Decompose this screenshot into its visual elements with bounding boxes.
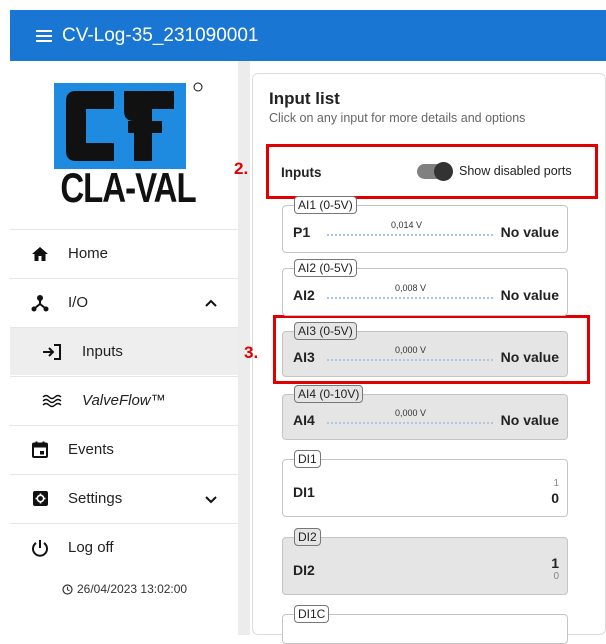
port-tag: AI4 (0-10V) [294,385,364,403]
callout-2: 2. [234,159,249,178]
input-state-secondary: 0 [553,571,559,582]
input-value: No value [500,287,559,303]
app-title: CV-Log-35_231090001 [62,24,259,46]
nav-settings[interactable]: Settings [10,474,238,522]
home-icon [30,244,50,264]
input-value: No value [500,224,559,240]
wave-icon [42,391,62,411]
timestamp: 26/04/2023 13:02:00 [62,582,187,596]
input-state: 1 [551,555,559,571]
input-name: AI2 [293,287,315,303]
nav-events-label: Events [68,441,114,458]
reading-line [327,297,493,299]
input-name: DI2 [293,562,315,578]
nav-valveflow-label: ValveFlow™ [82,392,166,409]
reading-line [327,234,493,236]
nav-logoff[interactable]: Log off [10,523,238,571]
input-reading: 0,000 V [395,345,427,355]
input-state-secondary: 1 [553,478,559,489]
nav-io[interactable]: I/O [10,278,238,326]
app-bar: CV-Log-35_231090001 [10,10,606,61]
input-value: No value [500,412,559,428]
login-arrow-icon [42,342,62,362]
input-card-ai2[interactable]: AI2 (0-5V) AI2 0,008 V No value [282,259,568,316]
reading-line [327,422,493,424]
nav-inputs[interactable]: Inputs [10,327,238,375]
panel-subtitle: Click on any input for more details and … [269,111,526,125]
port-tag: DI2 [294,528,321,546]
input-reading: 0,000 V [395,408,427,418]
port-tag: DI1 [294,450,321,468]
input-reading: 0,014 V [391,220,423,230]
input-state: 0 [551,490,559,506]
nav-events[interactable]: Events [10,425,238,473]
input-name: P1 [293,224,311,240]
nav-home[interactable]: Home [10,229,238,277]
io-hub-icon [30,293,50,313]
nav-home-label: Home [68,245,109,262]
input-card-di1c[interactable]: DI1C [282,605,568,644]
nav-settings-label: Settings [68,490,123,507]
chevron-up-icon[interactable] [204,296,218,310]
sidebar: CLA-VAL Home I/O Inputs ValveFlow™ Event… [10,61,238,635]
input-name: DI1 [293,484,315,500]
port-tag: AI2 (0-5V) [294,259,357,277]
input-card-ai4[interactable]: AI4 (0-10V) AI4 0,000 V No value [282,385,568,440]
input-card-ai3[interactable]: AI3 (0-5V) AI3 0,000 V No value [282,322,568,377]
port-tag: AI1 (0-5V) [294,196,357,214]
clock-icon [62,583,73,595]
input-reading: 0,008 V [395,283,427,293]
input-name: AI3 [293,349,315,365]
input-card-ai1[interactable]: AI1 (0-5V) P1 0,014 V No value [282,196,568,253]
panel-title: Input list [269,89,340,108]
settings-icon [30,489,50,509]
timestamp-text: 26/04/2023 13:02:00 [77,582,188,596]
logo-wordmark: CLA-VAL [60,164,196,211]
annotation-box-2 [266,144,598,199]
nav-valveflow[interactable]: ValveFlow™ [10,376,238,424]
port-tag: AI3 (0-5V) [294,322,357,340]
input-value: No value [500,349,559,365]
chevron-down-icon[interactable] [204,492,218,506]
input-name: AI4 [293,412,315,428]
callout-3: 3. [244,343,259,362]
menu-icon[interactable] [36,29,52,42]
nav-logoff-label: Log off [68,539,114,556]
nav-inputs-label: Inputs [82,343,123,360]
reading-line [327,359,493,361]
input-card-di2[interactable]: DI2 DI2 1 0 [282,528,568,595]
logo-mark-icon [54,82,203,169]
port-tag: DI1C [294,605,330,623]
calendar-icon [30,440,50,460]
nav-io-label: I/O [68,294,89,311]
power-icon [30,538,50,558]
cla-val-logo: CLA-VAL [52,81,204,211]
input-card-di1[interactable]: DI1 DI1 1 0 [282,450,568,517]
